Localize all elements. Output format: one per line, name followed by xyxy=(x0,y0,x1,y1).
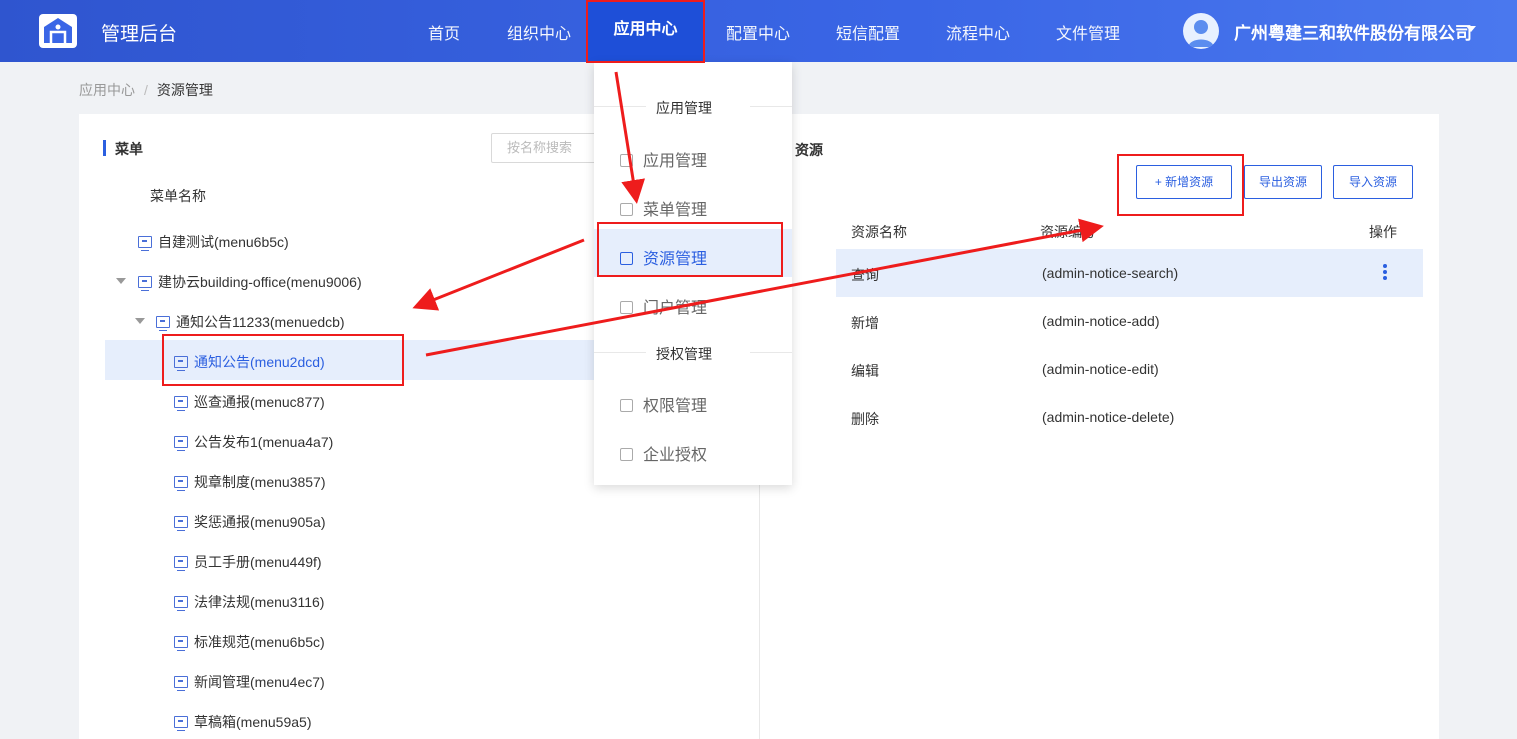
dropdown-group-auth: 授权管理 xyxy=(656,346,712,362)
monitor-icon xyxy=(174,596,188,611)
user-icon xyxy=(1188,20,1214,47)
column-header-code: 资源编号 xyxy=(1040,224,1096,240)
app-title: 管理后台 xyxy=(101,24,178,45)
column-header-name: 资源名称 xyxy=(851,224,907,240)
tree-item[interactable]: 巡查通报(menuc877) xyxy=(174,392,325,412)
dropdown-item-permission-manage[interactable]: 权限管理 xyxy=(620,392,707,416)
resource-name-cell: 删除 xyxy=(851,411,879,427)
resource-name-cell: 查询 xyxy=(851,267,879,283)
divider xyxy=(594,352,646,353)
breadcrumb-current: 资源管理 xyxy=(156,82,213,98)
chevron-down-icon[interactable] xyxy=(1466,26,1476,32)
building-icon xyxy=(620,448,633,461)
monitor-icon xyxy=(174,676,188,691)
tree-item[interactable]: 草稿箱(menu59a5) xyxy=(174,712,312,732)
home-icon xyxy=(620,301,633,314)
section-title-bar xyxy=(103,140,106,156)
import-resource-button[interactable]: 导入资源 xyxy=(1333,165,1413,199)
menu-column-title: 菜单名称 xyxy=(150,188,206,204)
dropdown-item-portal-manage[interactable]: 门户管理 xyxy=(620,294,707,318)
breadcrumb: 应用中心 / 资源管理 xyxy=(79,80,213,100)
company-name[interactable]: 广州粤建三和软件股份有限公司 xyxy=(1234,19,1472,44)
tree-item[interactable]: 员工手册(menu449f) xyxy=(174,552,322,572)
tree-item[interactable]: 规章制度(menu3857) xyxy=(174,472,326,492)
divider xyxy=(750,352,792,353)
divider xyxy=(750,106,792,107)
caret-down-icon[interactable] xyxy=(135,318,145,324)
resource-code-cell: (admin-notice-search) xyxy=(1042,265,1179,281)
divider xyxy=(594,106,646,107)
resource-name-cell: 新增 xyxy=(851,315,879,331)
monitor-icon xyxy=(174,556,188,571)
monitor-icon xyxy=(156,316,170,331)
monitor-icon xyxy=(174,396,188,411)
resource-name-cell: 编辑 xyxy=(851,363,879,379)
grid-icon xyxy=(620,154,633,167)
top-header: 管理后台 首页 组织中心 应用中心 配置中心 短信配置 流程中心 文件管理 广州… xyxy=(0,0,1517,62)
caret-down-icon[interactable] xyxy=(116,278,126,284)
tree-item[interactable]: 自建测试(menu6b5c) xyxy=(138,232,289,252)
resource-code-cell: (admin-notice-edit) xyxy=(1042,361,1159,377)
breadcrumb-parent[interactable]: 应用中心 xyxy=(79,82,135,98)
logo-icon xyxy=(39,14,77,48)
nav-home[interactable]: 首页 xyxy=(428,20,460,44)
monitor-icon xyxy=(138,276,152,291)
annotation-box xyxy=(1117,154,1244,216)
column-header-action: 操作 xyxy=(1369,224,1397,240)
annotation-box xyxy=(586,0,705,63)
nav-flow-center[interactable]: 流程中心 xyxy=(946,20,1010,44)
monitor-icon xyxy=(138,236,152,251)
tree-item[interactable]: 标准规范(menu6b5c) xyxy=(174,632,325,652)
resource-code-cell: (admin-notice-delete) xyxy=(1042,409,1175,425)
more-vertical-icon[interactable] xyxy=(1382,264,1388,282)
tree-item[interactable]: 建协云building-office(menu9006) xyxy=(138,272,362,292)
dropdown-item-enterprise-auth[interactable]: 企业授权 xyxy=(620,441,707,465)
monitor-icon xyxy=(174,636,188,651)
annotation-box xyxy=(597,222,783,277)
export-resource-button[interactable]: 导出资源 xyxy=(1244,165,1322,199)
nav-sms-config[interactable]: 短信配置 xyxy=(836,20,900,44)
tree-item[interactable]: 公告发布1(menua4a7) xyxy=(174,432,333,452)
tree-item[interactable]: 奖惩通报(menu905a) xyxy=(174,512,326,532)
annotation-box xyxy=(162,334,404,386)
dropdown-group-app: 应用管理 xyxy=(656,100,712,116)
tree-item[interactable]: 新闻管理(menu4ec7) xyxy=(174,672,325,692)
monitor-icon xyxy=(174,516,188,531)
nav-config-center[interactable]: 配置中心 xyxy=(726,20,790,44)
monitor-icon xyxy=(174,476,188,491)
menu-section-title: 菜单 xyxy=(115,141,143,157)
tree-item[interactable]: 通知公告11233(menuedcb) xyxy=(156,312,345,332)
dropdown-item-menu-manage[interactable]: 菜单管理 xyxy=(620,196,707,220)
monitor-icon xyxy=(174,716,188,731)
resource-section-title: 资源 xyxy=(795,142,823,158)
nav-file-manage[interactable]: 文件管理 xyxy=(1056,20,1120,44)
resource-code-cell: (admin-notice-add) xyxy=(1042,313,1160,329)
tree-item[interactable]: 法律法规(menu3116) xyxy=(174,592,324,612)
user-icon xyxy=(620,399,633,412)
avatar[interactable] xyxy=(1183,13,1219,49)
list-icon xyxy=(620,203,633,216)
breadcrumb-separator: / xyxy=(144,82,148,98)
monitor-icon xyxy=(174,436,188,451)
nav-org-center[interactable]: 组织中心 xyxy=(507,20,571,44)
dropdown-item-app-manage[interactable]: 应用管理 xyxy=(620,147,707,171)
